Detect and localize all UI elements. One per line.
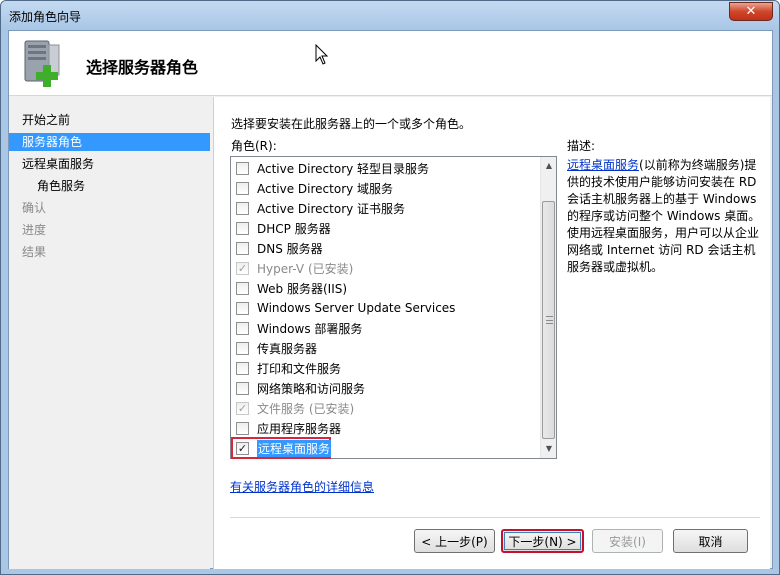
role-label: 网络策略和访问服务 [257,381,366,396]
add-roles-wizard-window: 添加角色向导 ✕ 选择服务器角色 开始之前 服务器角色 远程桌面服务 角色服务 [0,0,780,575]
wizard-content: 选择要安装在此服务器上的一个或多个角色。 角色(R): 描述: Active D… [213,97,770,569]
role-label: Windows 部署服务 [257,321,363,336]
page-title: 选择服务器角色 [86,58,199,77]
wizard-nav: 开始之前 服务器角色 远程桌面服务 角色服务 确认 进度 结果 [9,97,210,569]
role-label: 传真服务器 [257,341,318,356]
checkbox[interactable] [236,241,249,255]
checkbox-checked[interactable]: ✓ [236,441,249,455]
description-role-link[interactable]: 远程桌面服务 [567,158,639,172]
checkbox[interactable] [236,321,249,335]
role-label: Active Directory 轻型目录服务 [257,161,430,176]
instruction-text: 选择要安装在此服务器上的一个或多个角色。 [231,117,472,131]
role-description: 远程桌面服务(以前称为终端服务)提供的技术使用户能够访问安装在 RD 会话主机服… [567,157,762,276]
checkbox[interactable] [236,221,249,235]
description-label: 描述: [567,139,596,153]
role-label: 远程桌面服务 [257,439,332,457]
checkbox[interactable] [236,421,249,435]
role-label: 打印和文件服务 [257,361,342,376]
role-label: Web 服务器(IIS) [257,281,348,296]
nav-item-results: 结果 [22,245,47,259]
cancel-button[interactable]: 取消 [673,529,748,553]
nav-item-server-roles[interactable]: 服务器角色 [9,133,210,151]
role-label: DNS 服务器 [257,241,323,256]
role-item-ad-ds[interactable]: Active Directory 域服务 [233,178,541,198]
scrollbar-grip-icon [546,316,553,324]
nav-item-remote-desktop-services[interactable]: 远程桌面服务 [9,155,210,173]
role-item-wsus[interactable]: Windows Server Update Services [233,298,541,318]
roles-list-scrollbar[interactable]: ▲ ▼ [540,157,556,458]
role-label: Active Directory 证书服务 [257,201,406,216]
mouse-cursor-icon [315,44,329,65]
role-item-print-file-services[interactable]: 打印和文件服务 [233,358,541,378]
role-label: DHCP 服务器 [257,221,331,236]
role-item-network-policy[interactable]: 网络策略和访问服务 [233,378,541,398]
role-item-remote-desktop-services[interactable]: ✓ 远程桌面服务 [231,437,332,459]
role-item-fax-server[interactable]: 传真服务器 [233,338,541,358]
checkbox[interactable] [236,201,249,215]
role-item-web-server-iis[interactable]: Web 服务器(IIS) [233,278,541,298]
checkbox[interactable] [236,381,249,395]
role-label: Active Directory 域服务 [257,181,394,196]
footer-divider [230,517,760,518]
next-button[interactable]: 下一步(N) > [501,529,584,553]
more-info-link[interactable]: 有关服务器角色的详细信息 [230,478,374,495]
checkbox-checked-disabled: ✓ [236,401,249,415]
close-button[interactable]: ✕ [729,2,773,21]
install-button: 安装(I) [592,529,663,553]
wizard-header: 选择服务器角色 [9,31,772,96]
window-title: 添加角色向导 [9,10,82,24]
nav-item-confirmation: 确认 [22,201,47,215]
checkbox[interactable] [236,281,249,295]
role-label: 文件服务 (已安装) [257,401,355,416]
role-item-ad-cs[interactable]: Active Directory 证书服务 [233,198,541,218]
role-item-dhcp[interactable]: DHCP 服务器 [233,218,541,238]
server-add-icon [24,40,60,87]
role-label: Windows Server Update Services [257,301,456,315]
role-item-dns[interactable]: DNS 服务器 [233,238,541,258]
checkbox[interactable] [236,341,249,355]
roles-list[interactable]: Active Directory 轻型目录服务 Active Directory… [230,156,557,459]
checkbox[interactable] [236,161,249,175]
role-item-wds[interactable]: Windows 部署服务 [233,318,541,338]
role-item-application-server[interactable]: 应用程序服务器 [233,418,541,438]
nav-item-role-services[interactable]: 角色服务 [9,177,210,195]
checkbox[interactable] [236,301,249,315]
wizard-client-area: 选择服务器角色 开始之前 服务器角色 远程桌面服务 角色服务 确认 进度 结果 … [8,30,773,569]
nav-item-before-you-begin[interactable]: 开始之前 [9,111,210,129]
description-body: (以前称为终端服务)提供的技术使用户能够访问安装在 RD 会话主机服务器上的基于… [567,158,761,274]
role-label: Hyper-V (已安装) [257,261,354,276]
checkbox[interactable] [236,361,249,375]
scroll-down-arrow-icon[interactable]: ▼ [541,440,557,457]
title-bar[interactable]: 添加角色向导 ✕ [1,1,779,30]
roles-label: 角色(R): [231,139,277,153]
role-item-ad-lds[interactable]: Active Directory 轻型目录服务 [233,158,541,178]
scrollbar-thumb[interactable] [542,201,555,439]
role-item-hyper-v: ✓ Hyper-V (已安装) [233,258,541,278]
back-button[interactable]: < 上一步(P) [414,529,495,553]
checkbox[interactable] [236,181,249,195]
role-label: 应用程序服务器 [257,421,342,436]
nav-item-progress: 进度 [22,223,47,237]
role-item-file-services: ✓ 文件服务 (已安装) [233,398,541,418]
checkbox-checked-disabled: ✓ [236,261,249,275]
scroll-up-arrow-icon[interactable]: ▲ [541,157,557,174]
